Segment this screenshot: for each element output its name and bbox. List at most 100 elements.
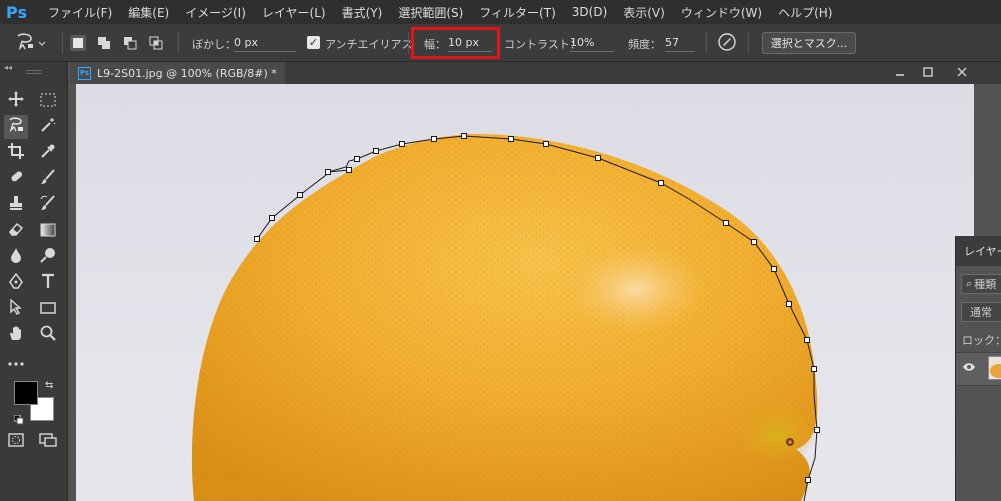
- dodge-icon: [40, 247, 56, 267]
- divider: [178, 32, 179, 54]
- frequency-input[interactable]: 57: [665, 36, 695, 52]
- maximize-button[interactable]: [916, 62, 940, 84]
- layers-panel-title[interactable]: レイヤー: [956, 236, 1001, 266]
- chevron-down-icon: [38, 37, 46, 50]
- screen-mode-button[interactable]: [36, 429, 60, 453]
- ps-file-icon: Ps: [78, 66, 91, 80]
- eyedropper-icon: [40, 143, 56, 163]
- highlight-box: [411, 27, 500, 59]
- lasso-tool[interactable]: [4, 115, 28, 139]
- layers-panel: レイヤー ⌕ 種類 通常 ロック：: [955, 236, 1001, 501]
- tool-preset-picker[interactable]: [14, 32, 54, 54]
- history-brush-tool[interactable]: [36, 193, 60, 217]
- lemon-photo: [191, 133, 820, 501]
- grip-icon[interactable]: [26, 70, 42, 74]
- menu-layer[interactable]: レイヤー(L): [254, 4, 334, 21]
- menu-image[interactable]: イメージ(I): [177, 4, 254, 21]
- type-tool[interactable]: [36, 271, 60, 295]
- pen-pressure-icon: [717, 32, 737, 55]
- rectangle-icon: [40, 300, 56, 319]
- pen-pressure-button[interactable]: [716, 32, 738, 54]
- brush-icon: [40, 169, 56, 189]
- menu-file[interactable]: ファイル(F): [40, 4, 120, 21]
- clone-stamp-tool[interactable]: [4, 193, 28, 217]
- crop-icon: [8, 143, 24, 163]
- quick-mask-icon: [8, 432, 24, 451]
- menu-filter[interactable]: フィルター(T): [471, 4, 563, 21]
- default-colors-icon[interactable]: [13, 410, 24, 429]
- rectangular-marquee-icon: [40, 92, 56, 111]
- type-icon: [41, 273, 55, 293]
- path-selection-tool[interactable]: [4, 297, 28, 321]
- menu-type[interactable]: 書式(Y): [334, 4, 391, 21]
- rectangle-tool[interactable]: [36, 297, 60, 321]
- menu-edit[interactable]: 編集(E): [120, 4, 177, 21]
- subtract-from-selection-button[interactable]: [122, 35, 138, 51]
- swap-colors-icon[interactable]: ⇆: [45, 380, 53, 391]
- edit-toolbar-button[interactable]: [4, 349, 28, 373]
- contrast-input[interactable]: 10%: [570, 36, 614, 52]
- add-to-selection-button[interactable]: [96, 35, 112, 51]
- marquee-tool[interactable]: [36, 89, 60, 113]
- bandage-icon: [8, 169, 24, 189]
- new-selection-button[interactable]: [70, 35, 86, 51]
- frequency-label: 頻度：: [628, 38, 661, 51]
- image-canvas[interactable]: [76, 84, 974, 501]
- layer-filter-search[interactable]: ⌕ 種類: [961, 274, 1001, 294]
- options-bar: ぼかし： 0 px ✓ アンチエイリアス 幅： 10 px コントラスト： 10…: [0, 24, 1001, 62]
- minimize-button[interactable]: [888, 62, 912, 84]
- document-tab-bar: Ps L9-2S01.jpg @ 100% (RGB/8#) *: [70, 62, 1001, 84]
- move-icon: [8, 91, 24, 111]
- blur-tool[interactable]: [4, 245, 28, 269]
- quick-mask-button[interactable]: [4, 429, 28, 453]
- layer-thumbnail: [988, 356, 1001, 380]
- lock-label: ロック：: [962, 334, 1001, 347]
- document-tab[interactable]: Ps L9-2S01.jpg @ 100% (RGB/8#) *: [70, 62, 285, 84]
- dodge-tool[interactable]: [36, 245, 60, 269]
- healing-brush-tool[interactable]: [4, 167, 28, 191]
- eye-icon[interactable]: [962, 361, 976, 375]
- menu-select[interactable]: 選択範囲(S): [390, 4, 471, 21]
- menu-help[interactable]: ヘルプ(H): [770, 4, 840, 21]
- antialias-checkbox[interactable]: ✓: [307, 36, 320, 49]
- select-and-mask-button[interactable]: 選択とマスク...: [762, 32, 856, 54]
- divider: [408, 32, 409, 54]
- magic-wand-icon: [40, 117, 56, 137]
- maximize-icon: [923, 66, 933, 80]
- close-button[interactable]: [950, 62, 974, 84]
- foreground-color-swatch[interactable]: [14, 381, 38, 405]
- menu-window[interactable]: ウィンドウ(W): [673, 4, 770, 21]
- layer-filter-label: 種類: [974, 278, 997, 291]
- cursor-arrow-icon: [9, 298, 23, 319]
- menu-3d[interactable]: 3D(D): [564, 5, 615, 19]
- divider: [748, 32, 749, 54]
- feather-input[interactable]: 0 px: [234, 36, 296, 52]
- eyedropper-tool[interactable]: [36, 141, 60, 165]
- gradient-icon: [40, 222, 56, 241]
- divider: [62, 32, 63, 54]
- collapse-icon[interactable]: ◂◂: [4, 63, 12, 72]
- pen-tool[interactable]: [4, 271, 28, 295]
- magnetic-lasso-icon: [14, 32, 36, 55]
- menu-view[interactable]: 表示(V): [615, 4, 673, 21]
- stamp-icon: [8, 195, 24, 215]
- eraser-tool[interactable]: [4, 219, 28, 243]
- blend-mode-select[interactable]: 通常: [961, 302, 1001, 322]
- layer-row[interactable]: [956, 352, 1001, 386]
- antialias-label: アンチエイリアス: [325, 38, 413, 51]
- menu-bar: Ps ファイル(F) 編集(E) イメージ(I) レイヤー(L) 書式(Y) 選…: [0, 0, 1001, 24]
- hand-tool[interactable]: [4, 323, 28, 347]
- magic-wand-tool[interactable]: [36, 115, 60, 139]
- intersect-selection-button[interactable]: [148, 35, 164, 51]
- move-tool[interactable]: [4, 89, 28, 113]
- pen-icon: [8, 272, 24, 293]
- crop-tool[interactable]: [4, 141, 28, 165]
- zoom-tool[interactable]: [36, 323, 60, 347]
- hand-icon: [8, 325, 24, 345]
- gradient-tool[interactable]: [36, 219, 60, 243]
- feather-label: ぼかし：: [192, 38, 236, 51]
- eraser-icon: [8, 221, 24, 241]
- brush-tool[interactable]: [36, 167, 60, 191]
- magnetic-lasso-icon: [7, 116, 25, 138]
- history-brush-icon: [40, 195, 56, 215]
